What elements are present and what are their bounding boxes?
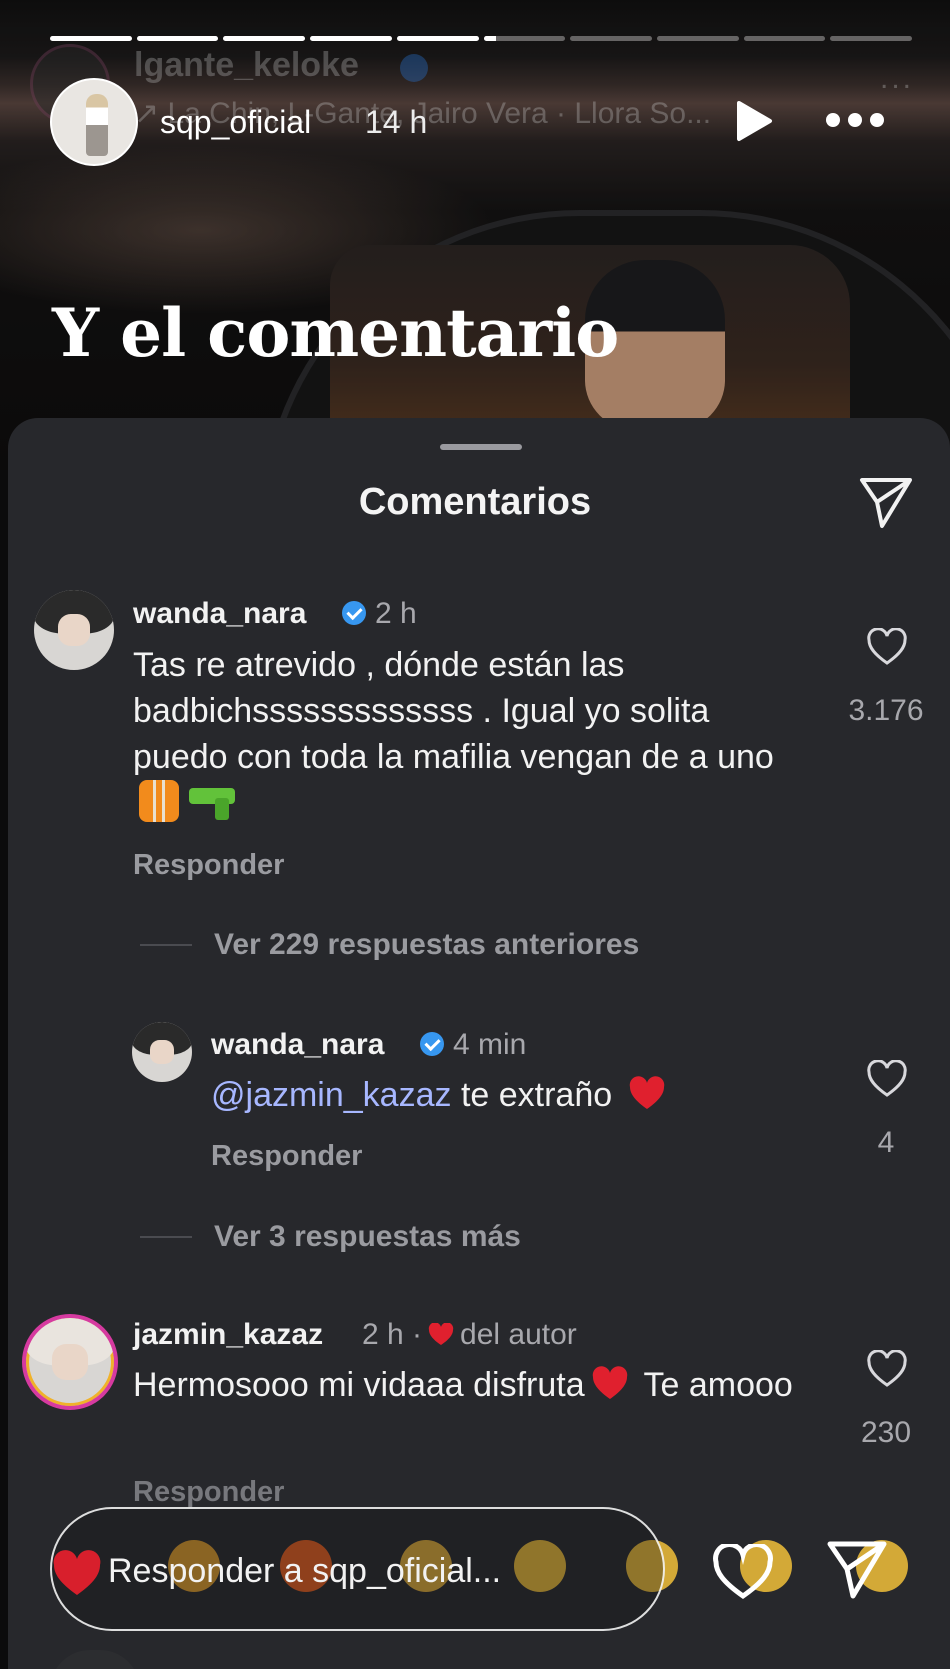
author-liked-label: del autor — [460, 1318, 577, 1351]
comment-time-value: 2 h · — [362, 1318, 423, 1351]
comment-username[interactable]: wanda_nara — [133, 597, 306, 631]
reply-button[interactable]: Responder — [133, 849, 284, 882]
story-timestamp: 14 h — [365, 104, 428, 140]
comment-text: Hermosooo mi vidaaa disfruta Te amooo — [133, 1362, 813, 1408]
reply-button[interactable]: Responder — [211, 1140, 362, 1173]
heart-outline-icon[interactable] — [712, 1544, 774, 1600]
red-heart-emoji — [629, 1076, 664, 1109]
send-icon[interactable] — [826, 1540, 888, 1600]
ghost-verified-icon — [400, 54, 428, 82]
story-progress-segment — [830, 36, 913, 41]
verified-icon — [342, 601, 366, 625]
heart-outline-icon[interactable] — [866, 1060, 908, 1098]
story-progress-segment — [223, 36, 306, 41]
story-progress — [50, 36, 913, 42]
reply-time: 4 min — [453, 1028, 527, 1061]
comment-time: 2 h · del autor — [362, 1318, 577, 1352]
mention-link[interactable]: @jazmin_kazaz — [211, 1076, 452, 1114]
ghost-username: lgante_keloke — [134, 46, 359, 84]
story-progress-fill — [223, 36, 306, 41]
reply-input-placeholder[interactable]: Responder a sqp_oficial... — [108, 1552, 501, 1591]
avatar-story-ring[interactable] — [22, 1314, 118, 1410]
view-more-replies-link[interactable]: Ver 3 respuestas más — [214, 1220, 521, 1254]
story-progress-segment — [396, 36, 479, 41]
red-heart-emoji — [592, 1366, 627, 1399]
like-count: 3.176 — [848, 694, 924, 727]
comment-text-part2: Te amooo — [634, 1366, 793, 1404]
heart-outline-icon[interactable] — [866, 628, 908, 666]
like-count: 4 — [877, 1126, 895, 1159]
avatar[interactable] — [34, 590, 114, 670]
avatar[interactable] — [132, 1022, 192, 1082]
comment-text: Tas re atrevido , dónde están las badbic… — [133, 642, 813, 826]
story-progress-fill — [483, 36, 496, 41]
story-progress-segment — [656, 36, 739, 41]
story-progress-fill — [50, 36, 132, 41]
story-progress-segment — [743, 36, 826, 41]
story-author-username[interactable]: sqp_oficial — [160, 104, 311, 141]
heart-outline-icon[interactable] — [866, 1350, 908, 1388]
thread-line — [140, 1236, 192, 1238]
view-previous-replies-link[interactable]: Ver 229 respuestas anteriores — [214, 928, 639, 962]
story-progress-segment — [483, 36, 566, 41]
red-heart-icon — [428, 1323, 454, 1345]
safety-vest-emoji — [139, 780, 179, 822]
story-progress-segment — [136, 36, 219, 41]
like-count: 230 — [860, 1416, 912, 1449]
story-text-overlay: Y el comentario — [52, 294, 619, 372]
verified-icon — [420, 1032, 444, 1056]
reply-username[interactable]: wanda_nara — [211, 1028, 384, 1062]
comment-time: 2 h — [375, 597, 417, 630]
reply-text-content: te extraño — [451, 1076, 622, 1114]
story-progress-segment — [50, 36, 132, 41]
thread-line — [140, 944, 192, 946]
more-options-icon[interactable] — [826, 110, 886, 130]
sheet-drag-handle[interactable] — [440, 444, 522, 450]
story-progress-fill — [396, 36, 479, 41]
comment-text-part1: Hermosooo mi vidaaa disfruta — [133, 1366, 585, 1404]
story-progress-fill — [310, 36, 392, 41]
comment-text-content: Tas re atrevido , dónde están las badbic… — [133, 646, 774, 776]
ghost-more-icon: ... — [880, 62, 915, 95]
red-heart-emoji[interactable] — [52, 1550, 102, 1598]
sheet-title: Comentarios — [358, 481, 592, 523]
story-author-avatar[interactable] — [50, 78, 138, 166]
reply-button[interactable]: Responder — [133, 1476, 284, 1509]
water-pistol-emoji — [189, 786, 235, 820]
story-progress-segment — [570, 36, 652, 41]
story-progress-segment — [310, 36, 392, 41]
reply-text: @jazmin_kazaz te extraño — [211, 1072, 811, 1118]
comment-username[interactable]: jazmin_kazaz — [133, 1318, 323, 1352]
story-progress-fill — [136, 36, 219, 41]
send-icon[interactable] — [858, 476, 914, 530]
play-icon[interactable] — [735, 100, 773, 142]
